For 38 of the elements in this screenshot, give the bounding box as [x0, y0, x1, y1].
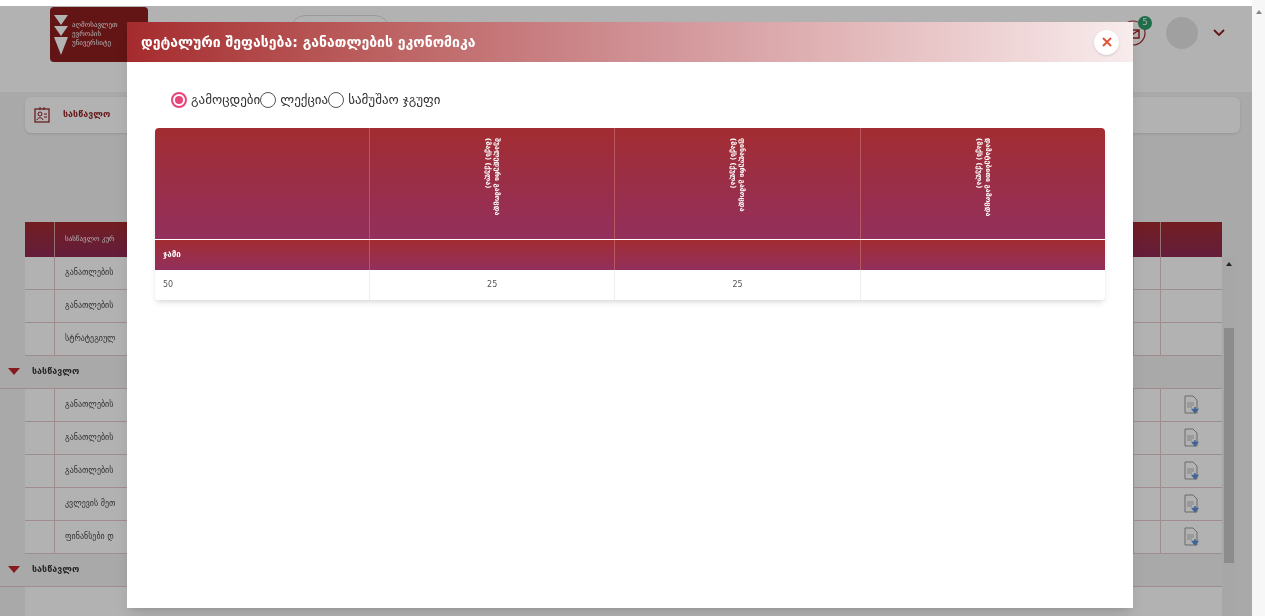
document-download-icon[interactable] — [1182, 428, 1201, 448]
document-download-icon[interactable] — [1182, 461, 1201, 481]
radio-option[interactable]: სამუშაო ჯგუფი — [328, 90, 441, 110]
close-icon — [1101, 37, 1112, 47]
caret-down-icon[interactable] — [8, 566, 20, 574]
course-name: განათლების — [65, 432, 114, 444]
radio-button[interactable] — [171, 92, 187, 108]
group-title: სასწავლო — [32, 365, 80, 379]
course-name: სტრატეგიულ — [65, 333, 116, 345]
notification-badge: 5 — [1138, 16, 1152, 30]
chevron-down-icon[interactable] — [1213, 29, 1225, 37]
radio-label: გამოცდები — [191, 91, 261, 110]
course-name: განათლების — [65, 267, 114, 279]
course-name: განათლების — [65, 300, 114, 312]
close-button[interactable] — [1094, 29, 1119, 55]
radio-label: სამუშაო ჯგუფი — [348, 91, 441, 110]
sum-label: ჯამი — [163, 249, 181, 261]
table-cell: 50 — [163, 279, 174, 291]
course-name: ფინანსები დ — [65, 531, 114, 543]
scroll-up-icon[interactable] — [1226, 262, 1232, 266]
caret-down-icon[interactable] — [8, 368, 20, 376]
scroll-thumb[interactable] — [1224, 328, 1234, 563]
id-card-icon — [33, 106, 51, 124]
document-download-icon[interactable] — [1182, 395, 1201, 415]
card-title: სასწავლო — [63, 108, 111, 122]
radio-label: ლექცია — [280, 91, 329, 110]
course-name: კვლევის მეთ — [65, 498, 116, 510]
course-name: განათლების — [65, 465, 114, 477]
group-title: სასწავლო — [32, 563, 80, 577]
radio-option[interactable]: ლექცია — [260, 90, 329, 110]
logo-triangles-icon — [54, 14, 68, 55]
course-name: განათლების — [65, 399, 114, 411]
document-download-icon[interactable] — [1182, 494, 1201, 514]
radio-option[interactable]: გამოცდები — [171, 90, 261, 110]
table-cell: 25 — [487, 279, 498, 291]
scroll-up-icon[interactable] — [1255, 10, 1262, 14]
table-cell: 25 — [732, 279, 743, 291]
document-download-icon[interactable] — [1182, 527, 1201, 547]
